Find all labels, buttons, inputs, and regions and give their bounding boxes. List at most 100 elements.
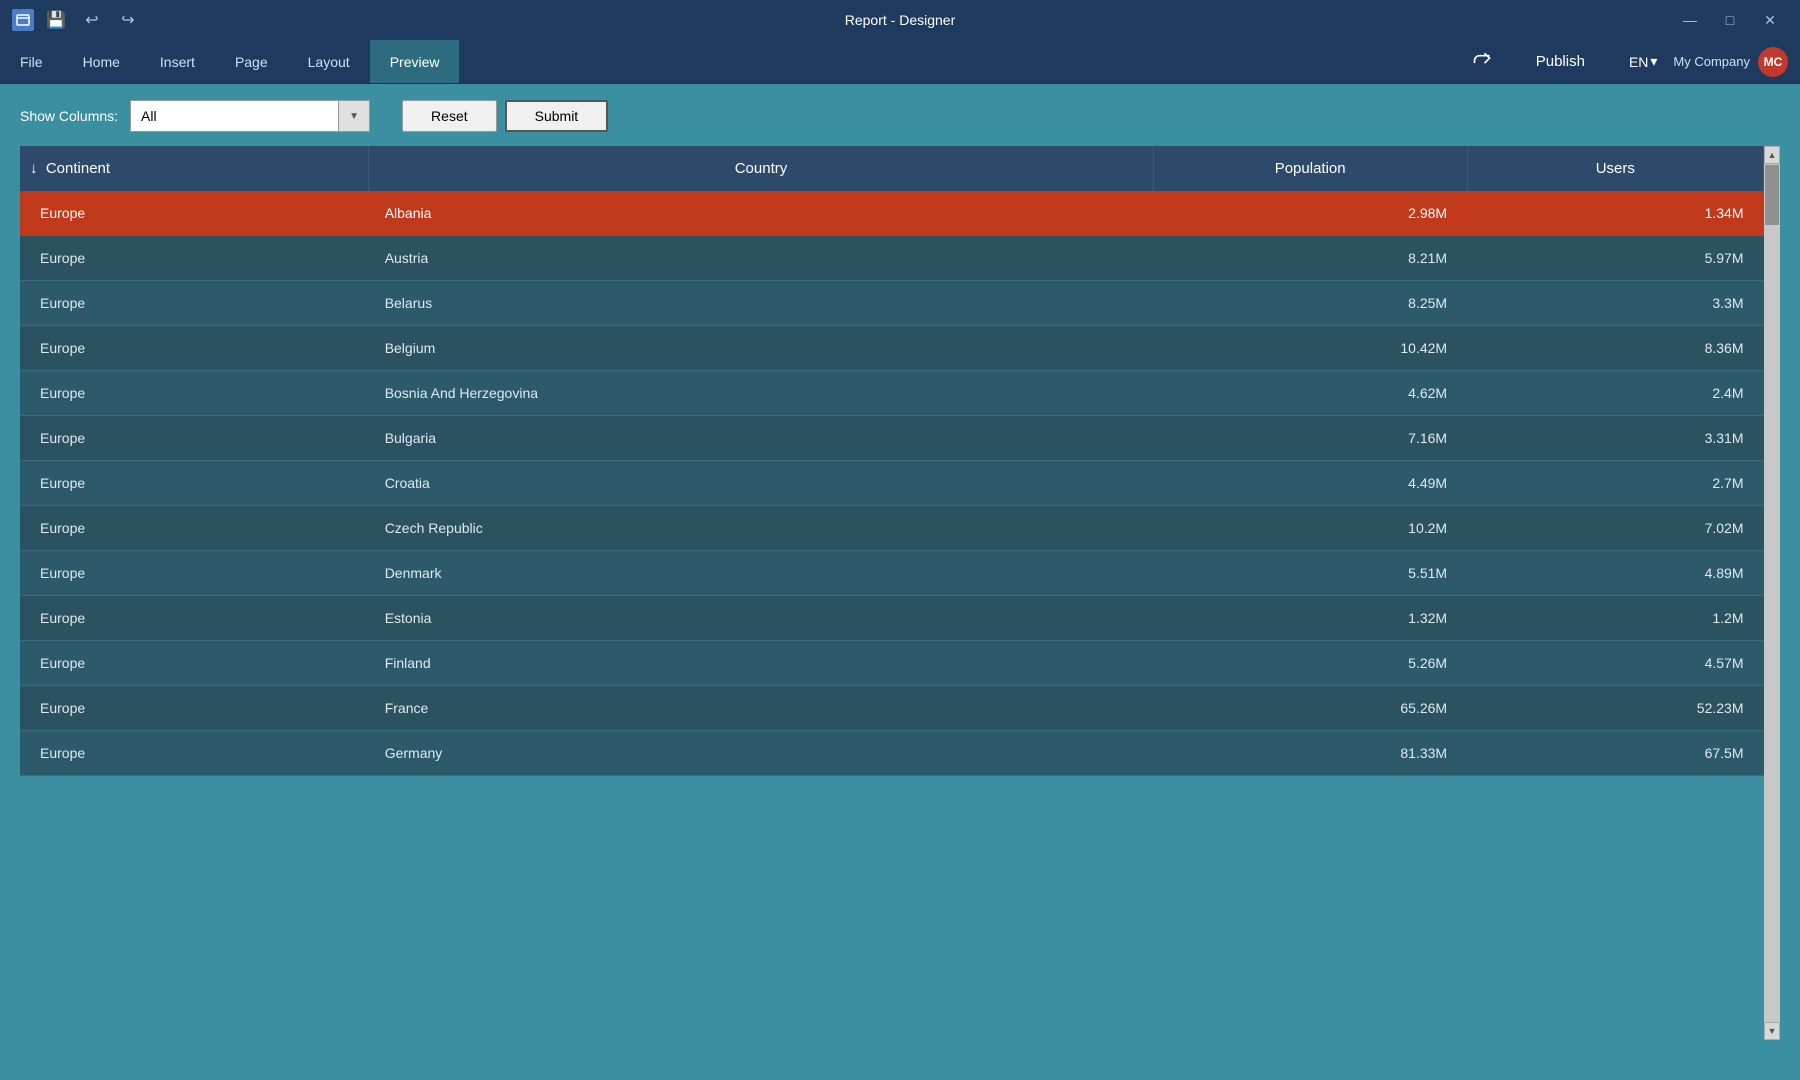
cell-users: 5.97M bbox=[1467, 236, 1763, 281]
cell-continent: Europe bbox=[20, 281, 369, 326]
cell-country: Belarus bbox=[369, 281, 1154, 326]
menu-preview[interactable]: Preview bbox=[370, 40, 460, 83]
table-wrapper: ↓ Continent Country Population Users Eur… bbox=[20, 146, 1780, 1040]
cell-users: 7.02M bbox=[1467, 506, 1763, 551]
reset-button[interactable]: Reset bbox=[402, 100, 497, 132]
menu-page[interactable]: Page bbox=[215, 40, 288, 83]
cell-country: Austria bbox=[369, 236, 1154, 281]
table-row[interactable]: Europe Croatia 4.49M 2.7M bbox=[20, 461, 1764, 506]
cell-country: Croatia bbox=[369, 461, 1154, 506]
cell-users: 67.5M bbox=[1467, 731, 1763, 776]
publish-button[interactable]: Publish bbox=[1508, 47, 1613, 76]
sort-icon: ↓ bbox=[30, 160, 38, 177]
cell-users: 1.2M bbox=[1467, 596, 1763, 641]
table-body: Europe Albania 2.98M 1.34M Europe Austri… bbox=[20, 191, 1764, 776]
table-row[interactable]: Europe Bulgaria 7.16M 3.31M bbox=[20, 416, 1764, 461]
cell-continent: Europe bbox=[20, 416, 369, 461]
menu-file[interactable]: File bbox=[0, 40, 63, 83]
menu-home[interactable]: Home bbox=[63, 40, 140, 83]
lang-label: EN bbox=[1629, 54, 1648, 70]
cell-continent: Europe bbox=[20, 641, 369, 686]
scrollbar-thumb[interactable] bbox=[1765, 165, 1779, 225]
language-button[interactable]: EN ▾ bbox=[1621, 49, 1665, 74]
cell-country: Belgium bbox=[369, 326, 1154, 371]
cell-population: 5.51M bbox=[1153, 551, 1467, 596]
show-columns-select-wrapper: All Continent Country Population Users ▼ bbox=[130, 100, 370, 132]
cell-users: 52.23M bbox=[1467, 686, 1763, 731]
header-users[interactable]: Users bbox=[1467, 146, 1763, 191]
save-button[interactable]: 💾 bbox=[42, 6, 70, 34]
table-row[interactable]: Europe France 65.26M 52.23M bbox=[20, 686, 1764, 731]
table-row[interactable]: Europe Bosnia And Herzegovina 4.62M 2.4M bbox=[20, 371, 1764, 416]
table-row[interactable]: Europe Estonia 1.32M 1.2M bbox=[20, 596, 1764, 641]
cell-continent: Europe bbox=[20, 686, 369, 731]
scrollbar[interactable]: ▲ ▼ bbox=[1764, 146, 1780, 1040]
menu-layout[interactable]: Layout bbox=[288, 40, 370, 83]
cell-population: 8.21M bbox=[1153, 236, 1467, 281]
title-bar: 💾 ↩ ↪ Report - Designer — □ ✕ bbox=[0, 0, 1800, 40]
show-columns-select[interactable]: All Continent Country Population Users bbox=[130, 100, 370, 132]
table-scroll-area[interactable]: ↓ Continent Country Population Users Eur… bbox=[20, 146, 1764, 1040]
table-row[interactable]: Europe Finland 5.26M 4.57M bbox=[20, 641, 1764, 686]
show-columns-label: Show Columns: bbox=[20, 108, 118, 124]
table-row[interactable]: Europe Albania 2.98M 1.34M bbox=[20, 191, 1764, 236]
cell-users: 1.34M bbox=[1467, 191, 1763, 236]
header-population[interactable]: Population bbox=[1153, 146, 1467, 191]
table-row[interactable]: Europe Denmark 5.51M 4.89M bbox=[20, 551, 1764, 596]
cell-users: 3.31M bbox=[1467, 416, 1763, 461]
window-controls: — □ ✕ bbox=[1672, 6, 1788, 34]
cell-country: Denmark bbox=[369, 551, 1154, 596]
table-row[interactable]: Europe Czech Republic 10.2M 7.02M bbox=[20, 506, 1764, 551]
filter-bar: Show Columns: All Continent Country Popu… bbox=[20, 100, 1780, 132]
app-icon bbox=[12, 9, 34, 31]
cell-country: Bosnia And Herzegovina bbox=[369, 371, 1154, 416]
cell-population: 7.16M bbox=[1153, 416, 1467, 461]
cell-continent: Europe bbox=[20, 461, 369, 506]
cell-users: 2.7M bbox=[1467, 461, 1763, 506]
header-country[interactable]: Country bbox=[369, 146, 1154, 191]
company-label: My Company bbox=[1673, 54, 1750, 69]
cell-country: Albania bbox=[369, 191, 1154, 236]
redo-button[interactable]: ↪ bbox=[114, 6, 142, 34]
title-bar-left-controls: 💾 ↩ ↪ bbox=[12, 6, 142, 34]
table-row[interactable]: Europe Belarus 8.25M 3.3M bbox=[20, 281, 1764, 326]
cell-population: 2.98M bbox=[1153, 191, 1467, 236]
cell-users: 2.4M bbox=[1467, 371, 1763, 416]
cell-continent: Europe bbox=[20, 236, 369, 281]
cell-population: 81.33M bbox=[1153, 731, 1467, 776]
window-title: Report - Designer bbox=[845, 12, 956, 28]
cell-continent: Europe bbox=[20, 506, 369, 551]
cell-users: 4.57M bbox=[1467, 641, 1763, 686]
cell-population: 10.2M bbox=[1153, 506, 1467, 551]
minimize-button[interactable]: — bbox=[1672, 6, 1708, 34]
scrollbar-up-button[interactable]: ▲ bbox=[1764, 146, 1780, 164]
cell-users: 3.3M bbox=[1467, 281, 1763, 326]
table-row[interactable]: Europe Austria 8.21M 5.97M bbox=[20, 236, 1764, 281]
cell-continent: Europe bbox=[20, 731, 369, 776]
cell-continent: Europe bbox=[20, 191, 369, 236]
submit-button[interactable]: Submit bbox=[505, 100, 609, 132]
undo-button[interactable]: ↩ bbox=[78, 6, 106, 34]
cell-country: Finland bbox=[369, 641, 1154, 686]
close-button[interactable]: ✕ bbox=[1752, 6, 1788, 34]
menu-insert[interactable]: Insert bbox=[140, 40, 215, 83]
cell-population: 10.42M bbox=[1153, 326, 1467, 371]
table-row[interactable]: Europe Belgium 10.42M 8.36M bbox=[20, 326, 1764, 371]
cell-country: Czech Republic bbox=[369, 506, 1154, 551]
avatar[interactable]: MC bbox=[1758, 47, 1788, 77]
scrollbar-down-button[interactable]: ▼ bbox=[1764, 1022, 1780, 1040]
share-button[interactable] bbox=[1464, 46, 1500, 77]
cell-population: 65.26M bbox=[1153, 686, 1467, 731]
maximize-button[interactable]: □ bbox=[1712, 6, 1748, 34]
cell-population: 1.32M bbox=[1153, 596, 1467, 641]
menu-items: File Home Insert Page Layout Preview bbox=[0, 40, 459, 83]
cell-continent: Europe bbox=[20, 596, 369, 641]
filter-buttons: Reset Submit bbox=[402, 100, 608, 132]
header-continent[interactable]: ↓ Continent bbox=[20, 146, 369, 191]
cell-population: 4.62M bbox=[1153, 371, 1467, 416]
cell-continent: Europe bbox=[20, 551, 369, 596]
cell-country: France bbox=[369, 686, 1154, 731]
table-row[interactable]: Europe Germany 81.33M 67.5M bbox=[20, 731, 1764, 776]
lang-chevron-icon: ▾ bbox=[1650, 53, 1657, 70]
cell-population: 5.26M bbox=[1153, 641, 1467, 686]
